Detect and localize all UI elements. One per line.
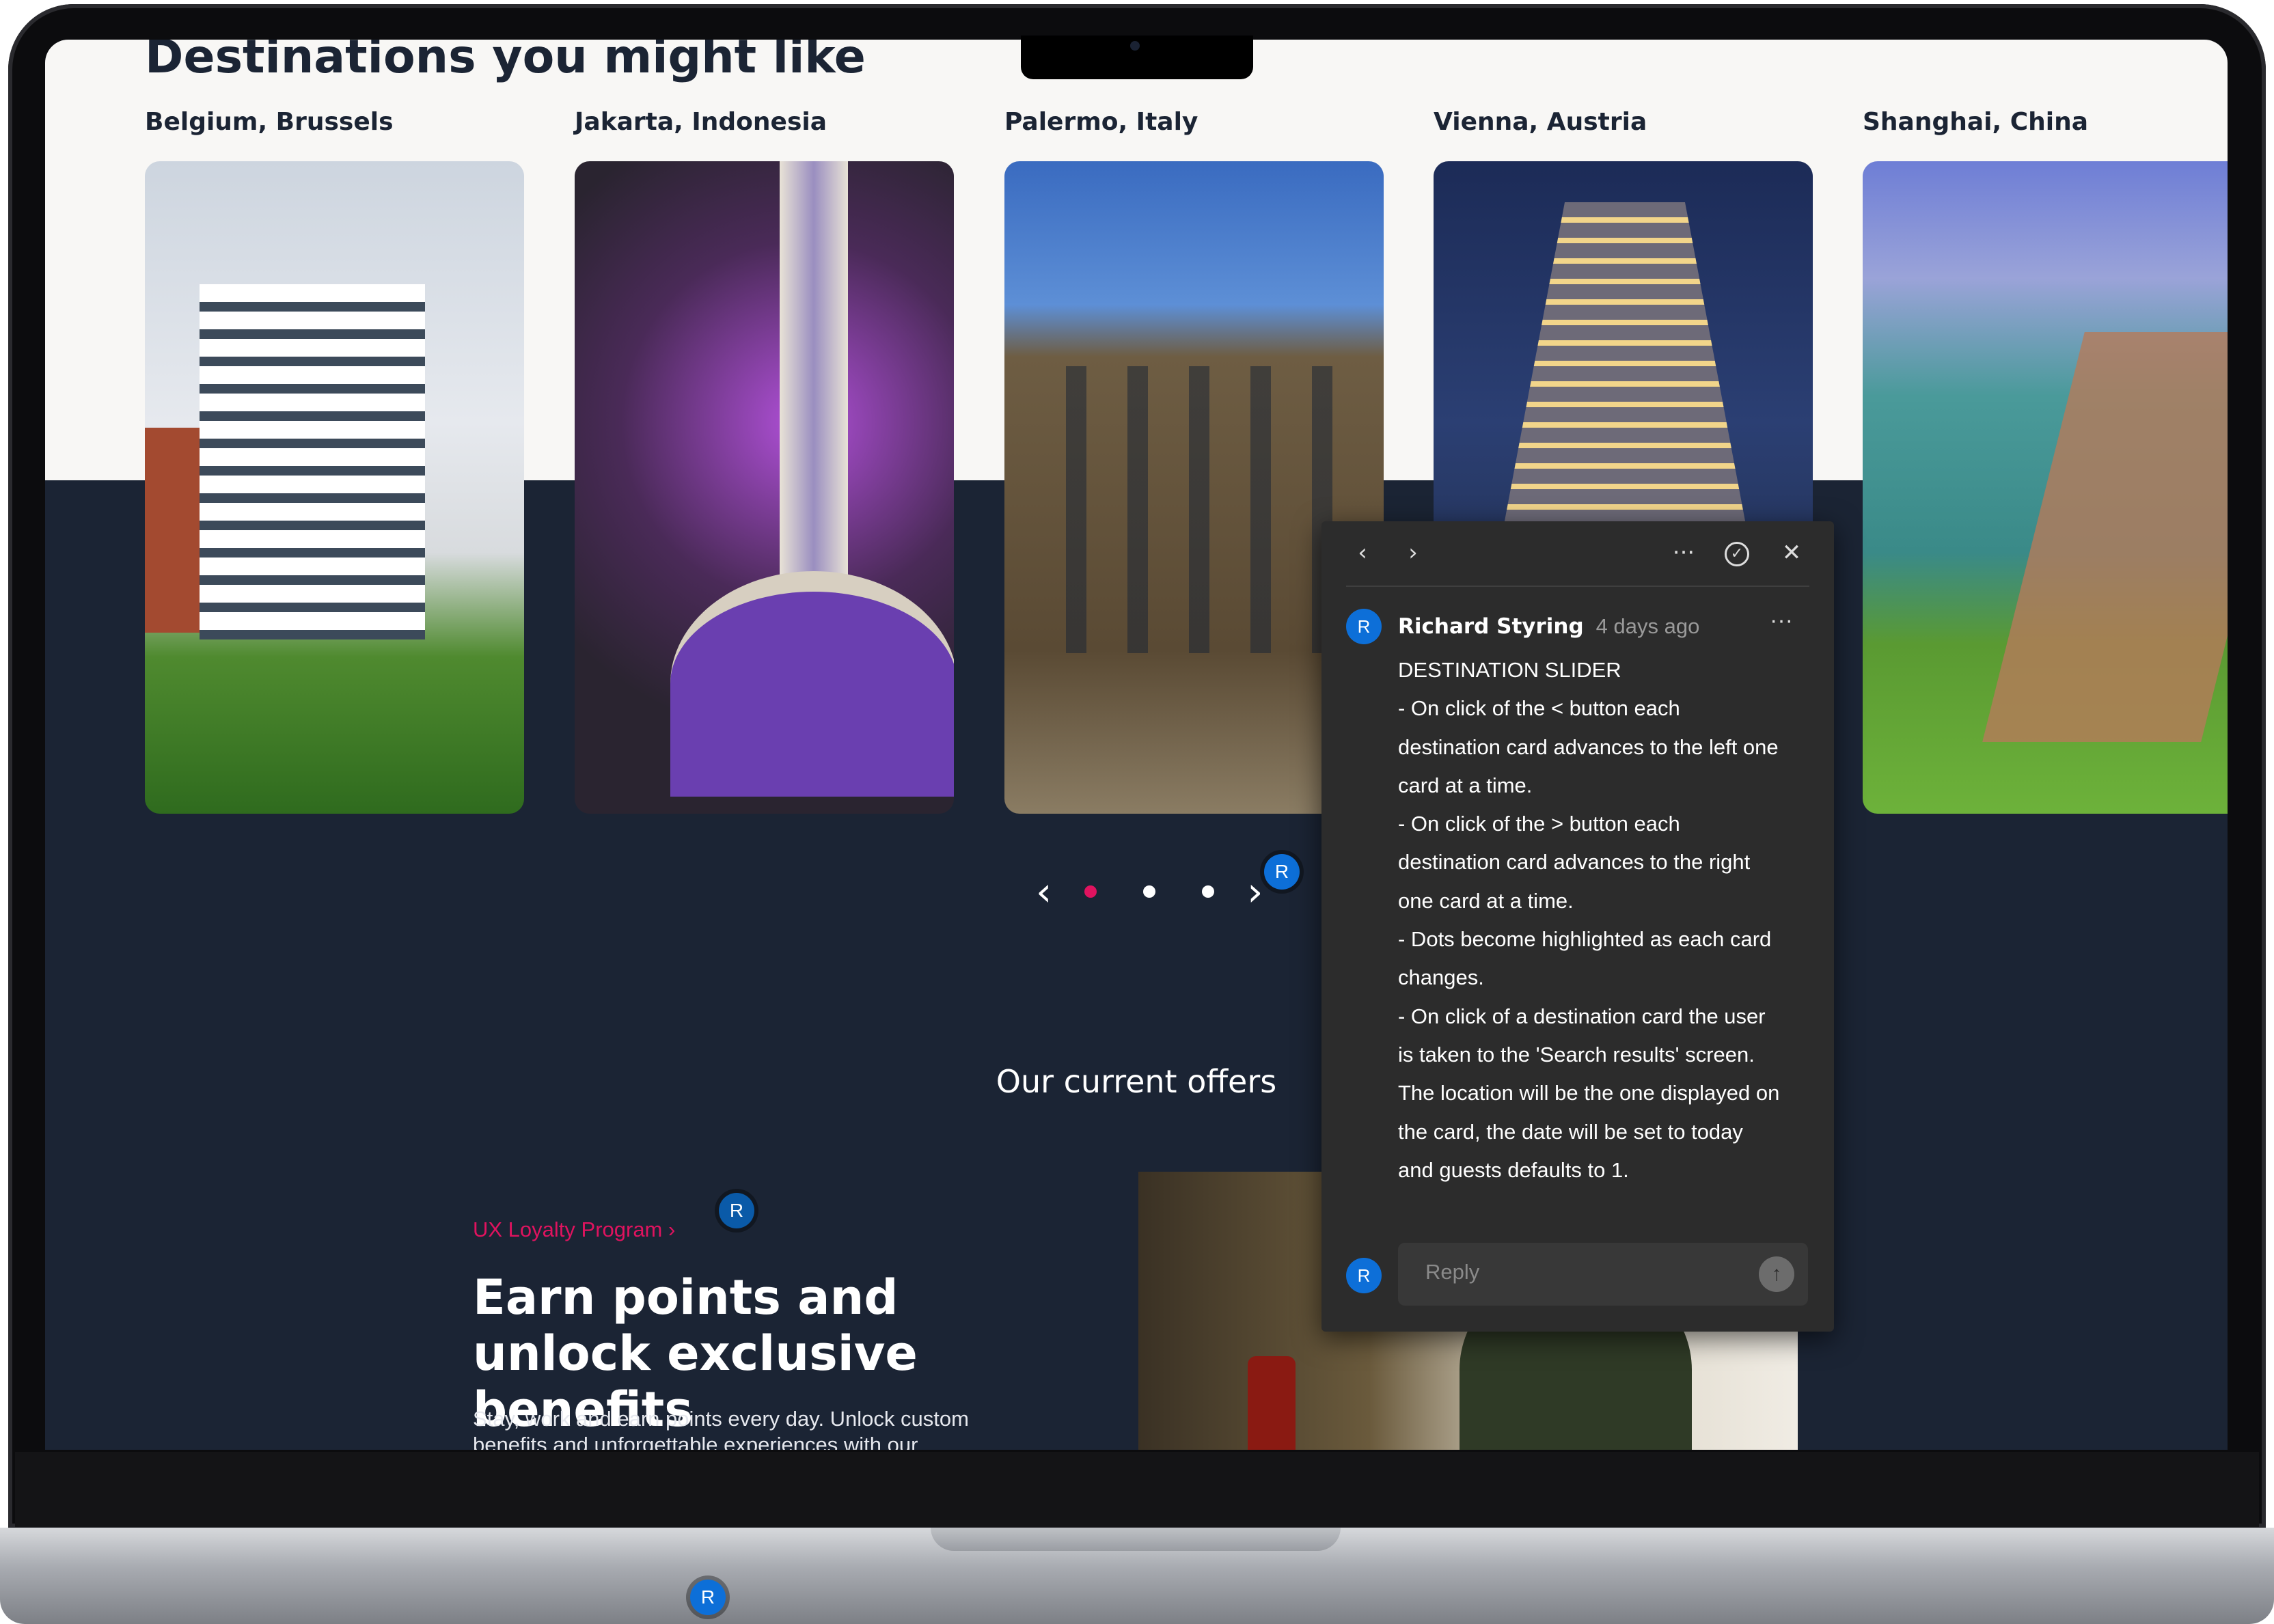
destination-label: Belgium, Brussels	[145, 108, 394, 136]
laptop-bezel	[15, 1452, 2259, 1527]
destination-label: Jakarta, Indonesia	[575, 108, 827, 136]
section-title: Destinations you might like	[145, 40, 866, 84]
offers-title: Our current offers	[996, 1063, 1277, 1100]
slider-dot-active[interactable]	[1084, 885, 1097, 898]
comment-more-icon[interactable]: ···	[1770, 607, 1793, 634]
chevron-right-icon: ›	[668, 1217, 676, 1241]
destination-image[interactable]	[575, 161, 954, 814]
comment-pin-avatar[interactable]: R	[719, 1193, 754, 1228]
slider-dot[interactable]	[1202, 885, 1215, 898]
resolve-check-icon[interactable]: ✓	[1725, 542, 1749, 566]
reply-input[interactable]	[1424, 1259, 1727, 1285]
slider-dot[interactable]	[1143, 885, 1156, 898]
slider-nav: ‹ ›	[1036, 872, 1263, 911]
loyalty-program-link[interactable]: UX Loyalty Program ›	[473, 1217, 675, 1242]
comment-line: - Dots become highlighted as each card c…	[1398, 927, 1772, 990]
more-options-icon[interactable]: ···	[1667, 536, 1700, 569]
destination-label: Palermo, Italy	[1004, 108, 1198, 136]
camera-icon	[1130, 41, 1140, 51]
destination-card[interactable]: Shanghai, China	[1863, 108, 2228, 814]
comment-line: DESTINATION SLIDER	[1398, 658, 1621, 682]
comment-line: - On click of the > button each destinat…	[1398, 812, 1751, 913]
close-icon[interactable]: ✕	[1775, 536, 1808, 569]
comment-time: 4 days ago	[1595, 614, 1700, 638]
reply-box[interactable]: ↑	[1398, 1243, 1808, 1306]
loyalty-link-label: UX Loyalty Program	[473, 1217, 663, 1241]
comment-header: R Richard Styring 4 days ago	[1346, 609, 1699, 644]
destination-image[interactable]	[1863, 161, 2228, 814]
destination-card[interactable]: Belgium, Brussels	[145, 108, 524, 814]
laptop-hinge-notch	[931, 1528, 1341, 1551]
send-arrow-icon[interactable]: ↑	[1759, 1256, 1794, 1292]
destination-card[interactable]: Jakarta, Indonesia	[575, 108, 954, 814]
avatar: R	[1346, 1258, 1382, 1293]
comment-panel: ‹ › ··· ✓ ✕ R Richard Styring 4 days ago…	[1321, 521, 1834, 1332]
chevron-left-icon[interactable]: ‹	[1346, 536, 1379, 569]
avatar: R	[1346, 609, 1382, 644]
reply-row: R ↑	[1346, 1243, 1808, 1308]
comment-line: - On click of a destination card the use…	[1398, 1004, 1780, 1182]
comment-toolbar: ‹ › ··· ✓ ✕	[1346, 521, 1809, 587]
destination-label: Vienna, Austria	[1434, 108, 1647, 136]
slider-next-button[interactable]: ›	[1247, 872, 1263, 911]
comment-line: - On click of the < button each destinat…	[1398, 696, 1779, 797]
slider-prev-button[interactable]: ‹	[1036, 872, 1052, 911]
chevron-right-icon[interactable]: ›	[1397, 536, 1429, 569]
destination-label: Shanghai, China	[1863, 108, 2089, 136]
comment-author: Richard Styring	[1398, 614, 1584, 639]
comment-body: DESTINATION SLIDER - On click of the < b…	[1398, 651, 1781, 1189]
screen: Destinations you might like Belgium, Bru…	[45, 40, 2228, 1450]
destination-image[interactable]	[145, 161, 524, 814]
comment-pin-avatar[interactable]: R	[690, 1580, 726, 1615]
comment-pin-avatar[interactable]: R	[1264, 854, 1300, 890]
earn-description: Stay, work and earn points every day. Un…	[473, 1407, 969, 1450]
